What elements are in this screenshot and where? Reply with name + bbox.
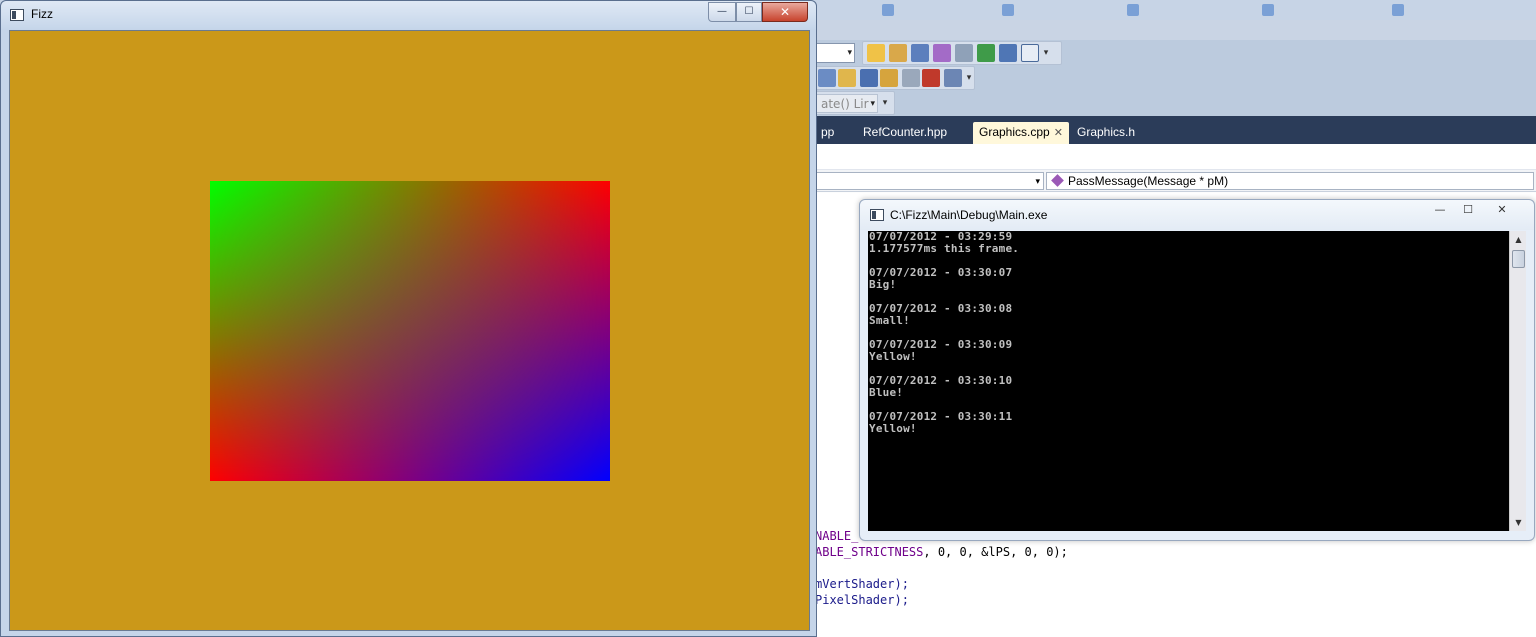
config-dropdown[interactable]: ▾ [815, 43, 855, 63]
app-window-icon [10, 9, 24, 21]
console-line: Yellow! [869, 350, 917, 363]
spell-check-icon[interactable] [922, 69, 940, 87]
maximize-icon: ☐ [1463, 203, 1473, 216]
complete-word-icon[interactable] [880, 69, 898, 87]
close-icon[interactable]: ✕ [1054, 127, 1063, 139]
chevron-down-icon: ▾ [1035, 176, 1040, 186]
navigation-bar: ▾ PassMessage(Message * pM) [815, 170, 1536, 192]
fizz-titlebar[interactable]: Fizz — ☐ ✕ [1, 1, 816, 29]
close-icon: ✕ [1497, 203, 1507, 216]
tab-cpp[interactable]: pp [815, 122, 840, 144]
member-dropdown-value: PassMessage(Message * pM) [1068, 174, 1229, 188]
chevron-down-icon: ▾ [847, 48, 852, 58]
caption-buttons: — ☐ ✕ [708, 2, 808, 22]
task-pill[interactable] [880, 2, 1000, 18]
find-in-files-icon[interactable] [867, 44, 885, 62]
console-line: Yellow! [869, 422, 917, 435]
console-window: C:\Fizz\Main\Debug\Main.exe — ☐ ✕ 07/07/… [859, 199, 1535, 541]
console-log: 07/07/2012 - 03:29:59 1.177577ms this fra… [869, 231, 1019, 435]
code-line: mVertShader); [815, 577, 909, 591]
minimize-button[interactable]: — [1426, 201, 1454, 221]
command-window-icon[interactable] [1021, 44, 1039, 62]
scroll-thumb[interactable] [1512, 250, 1525, 268]
start-page-icon[interactable] [977, 44, 995, 62]
code-line: PixelShader); [815, 593, 909, 607]
toolbox-icon[interactable] [955, 44, 973, 62]
tab-refcounter-hpp[interactable]: RefCounter.hpp [857, 122, 953, 144]
toolbar-debug-location: ate() Lir ▾ ▾ [815, 91, 895, 115]
code-line: NABLE_ [815, 529, 859, 543]
function-dropdown[interactable]: ate() Lir ▾ [816, 94, 878, 113]
window-title: C:\Fizz\Main\Debug\Main.exe [890, 208, 1048, 222]
gradient-bottom-layer [210, 181, 610, 481]
console-line: Small! [869, 314, 910, 327]
maximize-icon: ☐ [744, 6, 754, 17]
parameter-info-icon[interactable] [838, 69, 856, 87]
tab-label: Graphics.h [1077, 125, 1136, 139]
close-button[interactable]: ✕ [1484, 201, 1520, 221]
list-members-icon[interactable] [818, 69, 836, 87]
scroll-up-icon[interactable]: ▲ [1510, 231, 1527, 248]
tab-graphics-cpp[interactable]: Graphics.cpp ✕ [973, 122, 1069, 144]
toolbar-text-editor: ▾ [815, 66, 975, 90]
properties-icon[interactable] [911, 44, 929, 62]
chevron-down-icon[interactable]: ▾ [1043, 45, 1049, 61]
desktop: ▾ ▾ ▾ ate() Lir ▾ ▾ pp RefCounter.hpp Gr… [0, 0, 1536, 637]
scope-dropdown[interactable]: ▾ [815, 172, 1044, 190]
method-icon [1051, 174, 1064, 187]
solution-explorer-icon[interactable] [889, 44, 907, 62]
console-window-icon [870, 209, 884, 221]
tab-label: pp [821, 125, 835, 139]
extension-manager-icon[interactable] [999, 44, 1017, 62]
task-pill[interactable] [1390, 2, 1530, 18]
document-tabs: pp RefCounter.hpp Graphics.cpp ✕ Graphics… [815, 116, 1536, 144]
vertical-scrollbar[interactable]: ▲ ▼ [1509, 231, 1526, 531]
console-titlebar[interactable]: C:\Fizz\Main\Debug\Main.exe — ☐ ✕ [860, 200, 1534, 230]
render-canvas[interactable] [9, 30, 810, 631]
chevron-down-icon[interactable]: ▾ [966, 70, 972, 86]
console-line: 1.177577ms this frame. [869, 242, 1020, 255]
console-line: Big! [869, 278, 897, 291]
chevron-down-icon[interactable]: ▾ [882, 95, 888, 111]
bookmark-icon[interactable] [902, 69, 920, 87]
code-line: ABLE_STRICTNESS, 0, 0, &lPS, 0, 0); [815, 545, 1068, 559]
task-pill[interactable] [1000, 2, 1120, 18]
function-dropdown-value: ate() Lir [821, 97, 869, 111]
gradient-quad [210, 181, 610, 481]
task-pill[interactable] [1125, 2, 1255, 18]
object-browser-icon[interactable] [933, 44, 951, 62]
minimize-icon: — [717, 6, 727, 17]
maximize-button[interactable]: ☐ [736, 2, 762, 22]
editor-header-strip [815, 144, 1536, 170]
tab-label: RefCounter.hpp [863, 125, 948, 139]
maximize-button[interactable]: ☐ [1454, 201, 1482, 221]
fizz-window: Fizz — ☐ ✕ [0, 0, 817, 637]
close-icon: ✕ [779, 5, 791, 19]
console-line: Blue! [869, 386, 904, 399]
minimize-icon: — [1434, 203, 1446, 216]
window-title: Fizz [31, 7, 53, 21]
task-pill[interactable] [1260, 2, 1380, 18]
toolbar-standard: ▾ [862, 41, 1062, 65]
minimize-button[interactable]: — [708, 2, 736, 22]
tab-graphics-h[interactable]: Graphics.h [1071, 122, 1141, 144]
tab-label: Graphics.cpp [979, 125, 1050, 139]
scroll-down-icon[interactable]: ▼ [1510, 514, 1527, 531]
quick-info-icon[interactable] [860, 69, 878, 87]
chevron-down-icon: ▾ [870, 99, 875, 109]
close-button[interactable]: ✕ [762, 2, 808, 22]
comment-icon[interactable] [944, 69, 962, 87]
console-output[interactable]: 07/07/2012 - 03:29:59 1.177577ms this fra… [868, 231, 1509, 531]
member-dropdown[interactable]: PassMessage(Message * pM) [1046, 172, 1534, 190]
